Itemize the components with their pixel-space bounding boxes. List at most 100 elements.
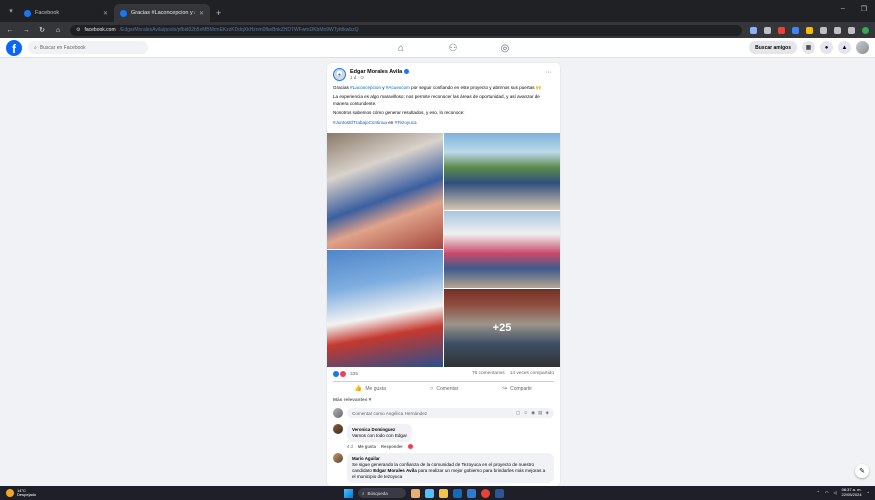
commenter-avatar[interactable] xyxy=(333,424,343,435)
close-tab-icon[interactable]: ✕ xyxy=(199,10,204,17)
bookmark-star-icon[interactable] xyxy=(764,26,771,34)
more-options-button[interactable]: ··· xyxy=(545,69,552,76)
profile-avatar-icon[interactable] xyxy=(862,26,869,34)
taskbar-clock[interactable]: 08:37 a. m. 22/05/2024 xyxy=(841,487,862,497)
browser-tab-post[interactable]: Gracias #Laconcepcion y #Acu... ✕ xyxy=(114,4,210,22)
comments-count[interactable]: 76 comentarios xyxy=(472,371,505,376)
browser-tab-facebook[interactable]: Facebook ✕ xyxy=(18,4,114,22)
comment-sort-dropdown[interactable]: Más relevantes ▾ xyxy=(327,395,560,406)
extension-blue-icon[interactable] xyxy=(792,26,799,34)
browser-toolbar: ← → ↻ ⌂ ⚙ facebook.com/EdgarMoralesAvila… xyxy=(0,22,875,38)
post-meta[interactable]: 1 d · ⊙ xyxy=(350,75,409,81)
comment-button[interactable]: ○ Comentar xyxy=(430,386,459,392)
photo-grid: +25 xyxy=(327,133,560,368)
emoji-icon[interactable]: ☺ xyxy=(523,410,528,416)
photo-group-outdoor[interactable] xyxy=(444,133,560,211)
photo-group-tent[interactable]: +25 xyxy=(444,289,560,368)
store-app-icon[interactable] xyxy=(467,488,476,498)
forward-arrow-icon[interactable]: → xyxy=(22,27,30,34)
close-tab-icon[interactable]: ✕ xyxy=(103,10,108,17)
new-message-edit-icon[interactable]: ✎ xyxy=(855,464,869,478)
menu-grid-icon[interactable]: ▦ xyxy=(802,41,815,54)
new-tab-button[interactable]: + xyxy=(216,8,221,18)
facebook-favicon-icon xyxy=(120,9,127,17)
download-icon[interactable] xyxy=(848,26,855,34)
extension-red-icon[interactable] xyxy=(778,26,785,34)
share-label: Compartir xyxy=(510,385,533,392)
hashtag-link[interactable]: #JuntosElTrabajoContinua xyxy=(333,120,387,125)
clock-date: 22/05/2024 xyxy=(841,491,862,497)
author-avatar[interactable]: ● xyxy=(333,68,346,81)
windows-start-icon[interactable] xyxy=(344,488,353,498)
reaction-count[interactable]: 335 xyxy=(350,372,358,377)
teams-app-icon[interactable] xyxy=(425,488,434,498)
search-icon: ⌕ xyxy=(34,44,37,51)
reaction-summary: 335 76 comentarios 14 veces compartido xyxy=(327,367,560,379)
gif-icon[interactable]: ▤ xyxy=(538,410,542,416)
chrome-app-icon[interactable] xyxy=(481,488,490,498)
photo-candidate-thumbs-up[interactable] xyxy=(327,250,443,368)
account-avatar[interactable] xyxy=(856,41,869,54)
edge-app-icon[interactable] xyxy=(453,488,462,498)
commenter-avatar[interactable] xyxy=(333,453,343,464)
comment-input[interactable]: Comentar como Angélica Hernández ▢ ☺ ◉ ▤… xyxy=(347,408,554,419)
facebook-logo-icon[interactable]: f xyxy=(6,39,22,56)
sticker-alt-icon[interactable]: ◈ xyxy=(545,410,549,416)
notification-bell-icon[interactable]: ◔ xyxy=(867,490,869,495)
address-bar[interactable]: ⚙ facebook.com/EdgarMoralesAvila/posts/p… xyxy=(70,24,742,36)
author-name[interactable]: Edgar Morales Avila xyxy=(350,69,410,75)
comment-text: Vamos con todo con Edgar xyxy=(352,433,408,439)
hashtag-link[interactable]: #Acuexcom xyxy=(386,85,410,90)
shares-count[interactable]: 14 veces compartido xyxy=(510,371,554,376)
taskbar-search[interactable]: ⌕ Búsqueda xyxy=(358,488,406,498)
comment-item: Veronica Dominguez Vamos con todo con Ed… xyxy=(327,420,560,443)
volume-icon[interactable]: ◁ xyxy=(833,490,836,495)
thumbs-up-icon: 👍 xyxy=(354,386,363,393)
author-name-text[interactable]: Edgar Morales Avila xyxy=(350,69,402,75)
widgets-app-icon[interactable] xyxy=(411,488,420,498)
friends-icon[interactable]: ⚇ xyxy=(447,42,459,54)
comment-bubble: Mario Aguilar Se sigue generando la conf… xyxy=(347,453,554,484)
maximize-button[interactable]: ❐ xyxy=(861,5,867,13)
minimize-button[interactable]: – xyxy=(841,5,845,13)
like-button[interactable]: 👍 Me gusta xyxy=(354,385,386,393)
photo-group-street[interactable] xyxy=(444,211,560,289)
notifications-bell-icon[interactable]: ▲ xyxy=(838,41,851,54)
comment-time[interactable]: 4 d xyxy=(347,444,353,449)
hashtag-link[interactable]: #Laconcepcion xyxy=(350,85,381,90)
hashtag-link[interactable]: #Tezoyuca xyxy=(395,120,417,125)
tab-search-icon[interactable]: ▾ xyxy=(4,4,18,18)
home-icon[interactable]: ⌂ xyxy=(54,27,62,34)
extensions-puzzle-icon[interactable] xyxy=(820,26,827,34)
mentioned-user[interactable]: Edgar Morales Avila xyxy=(373,468,417,473)
comment-reply-link[interactable]: Responder xyxy=(381,444,403,449)
find-friends-button[interactable]: Buscar amigos xyxy=(749,41,797,54)
search-icon: ⌕ xyxy=(362,490,365,496)
more-photos-overlay[interactable]: +25 xyxy=(444,289,560,368)
weather-widget[interactable]: 14°C Despejado xyxy=(0,488,36,498)
messenger-icon[interactable]: ● xyxy=(820,41,833,54)
lens-icon[interactable] xyxy=(750,26,757,34)
facebook-search-input[interactable]: ⌕ Buscar en Facebook xyxy=(28,41,148,54)
home-icon[interactable]: ⌂ xyxy=(395,42,407,54)
site-info-icon[interactable]: ⚙ xyxy=(76,27,80,33)
extension-yellow-icon[interactable] xyxy=(806,26,813,34)
back-arrow-icon[interactable]: ← xyxy=(6,27,14,34)
url-host: facebook.com xyxy=(84,27,116,33)
wifi-icon[interactable]: ◠ xyxy=(825,490,829,495)
love-reaction-icon xyxy=(407,444,413,450)
post-actions: 👍 Me gusta ○ Comentar ↪ Compartir xyxy=(333,381,554,395)
groups-icon[interactable]: ◎ xyxy=(499,42,511,54)
sticker-icon[interactable]: ▢ xyxy=(516,410,520,416)
reload-icon[interactable]: ↻ xyxy=(38,26,46,34)
photo-selfie-with-kids[interactable] xyxy=(327,133,443,250)
current-user-avatar xyxy=(333,408,343,419)
tray-chevron-icon[interactable]: ⌃ xyxy=(817,490,820,495)
weather-sun-icon xyxy=(6,489,14,497)
comment-like-link[interactable]: Me gusta xyxy=(358,444,376,449)
file-explorer-icon[interactable] xyxy=(439,488,448,498)
cast-icon[interactable] xyxy=(834,26,841,34)
share-button[interactable]: ↪ Compartir xyxy=(502,385,533,393)
camera-icon[interactable]: ◉ xyxy=(531,410,535,416)
word-app-icon[interactable] xyxy=(495,488,504,498)
